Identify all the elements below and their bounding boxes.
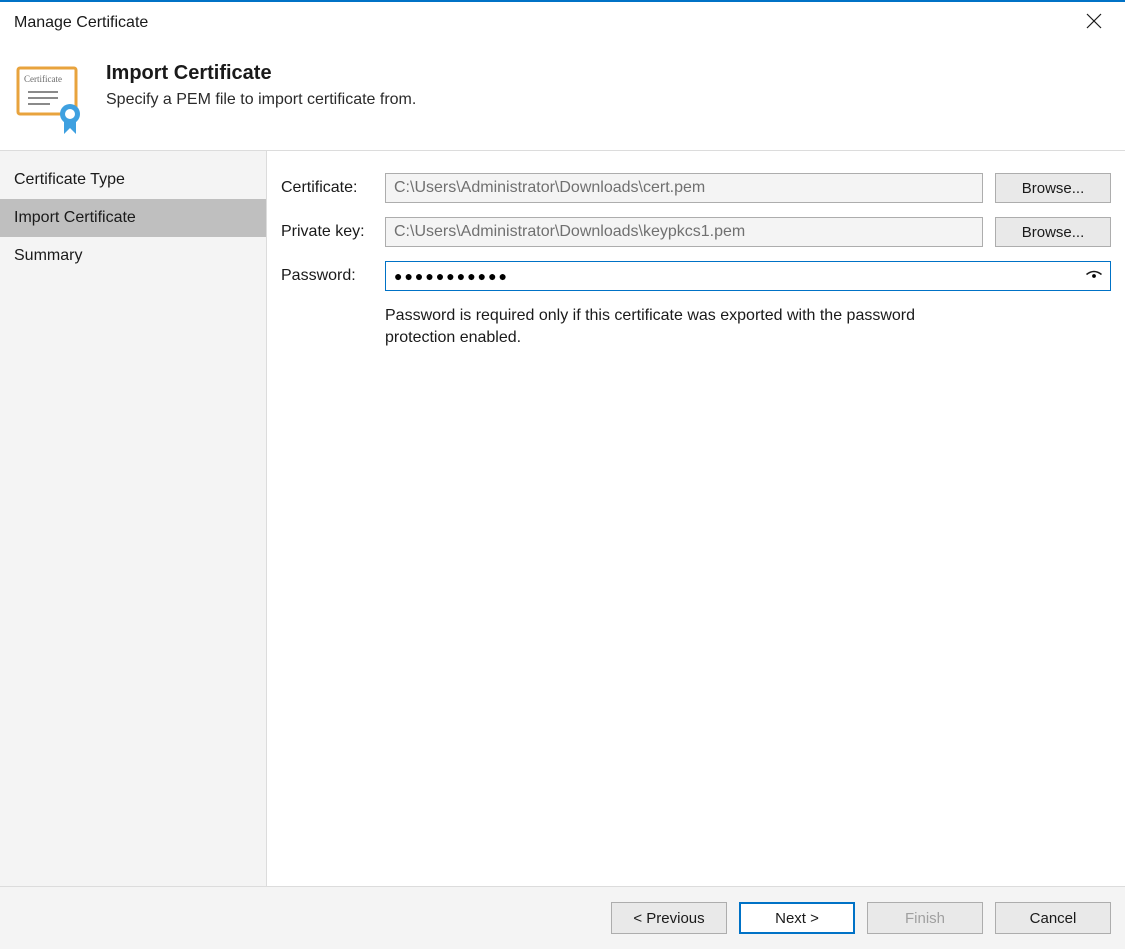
private-key-input[interactable] [385, 217, 983, 247]
certificate-row: Certificate: Browse... [281, 173, 1111, 203]
title-bar: Manage Certificate [0, 2, 1125, 44]
wizard-footer: < Previous Next > Finish Cancel [0, 887, 1125, 949]
window-title: Manage Certificate [14, 14, 148, 32]
password-row: Password: [281, 261, 1111, 291]
certificate-icon: Certificate [14, 62, 88, 130]
private-key-label: Private key: [281, 223, 385, 241]
certificate-icon-label: Certificate [24, 74, 62, 84]
finish-button: Finish [867, 902, 983, 934]
password-label: Password: [281, 267, 385, 285]
password-input[interactable] [385, 261, 1111, 291]
previous-button[interactable]: < Previous [611, 902, 727, 934]
page-subtitle: Specify a PEM file to import certificate… [106, 91, 416, 109]
wizard-header: Certificate Import Certificate Specify a… [0, 44, 1125, 150]
certificate-browse-button[interactable]: Browse... [995, 173, 1111, 203]
header-texts: Import Certificate Specify a PEM file to… [106, 62, 416, 109]
password-input-wrap [385, 261, 1111, 291]
cancel-button[interactable]: Cancel [995, 902, 1111, 934]
step-certificate-type[interactable]: Certificate Type [0, 161, 266, 199]
close-icon [1086, 13, 1102, 33]
next-button[interactable]: Next > [739, 902, 855, 934]
private-key-browse-button[interactable]: Browse... [995, 217, 1111, 247]
certificate-input[interactable] [385, 173, 983, 203]
wizard-body: Certificate Type Import Certificate Summ… [0, 150, 1125, 887]
page-title: Import Certificate [106, 62, 416, 85]
password-hint: Password is required only if this certif… [385, 305, 985, 350]
close-button[interactable] [1079, 8, 1109, 38]
wizard-steps-sidebar: Certificate Type Import Certificate Summ… [0, 151, 267, 886]
private-key-row: Private key: Browse... [281, 217, 1111, 247]
step-summary[interactable]: Summary [0, 237, 266, 275]
step-import-certificate[interactable]: Import Certificate [0, 199, 266, 237]
certificate-label: Certificate: [281, 179, 385, 197]
reveal-password-icon[interactable] [1085, 267, 1103, 285]
form-content: Certificate: Browse... Private key: Brow… [267, 151, 1125, 886]
